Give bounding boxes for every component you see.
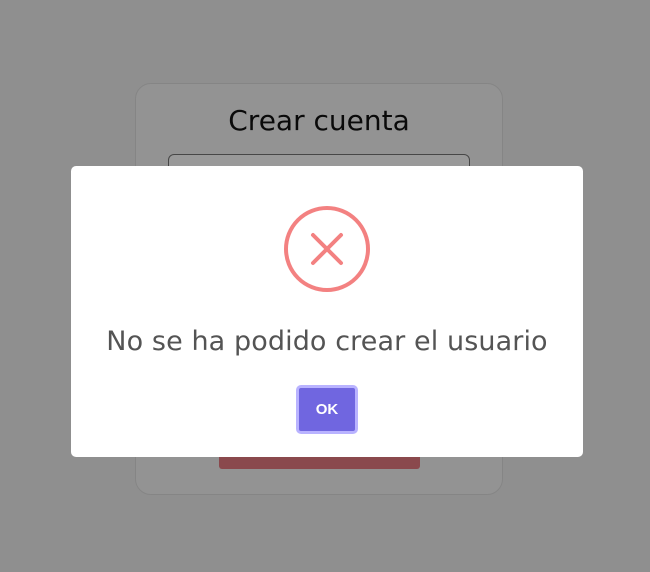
error-dialog: No se ha podido crear el usuario OK — [71, 166, 583, 457]
modal-backdrop[interactable]: No se ha podido crear el usuario OK — [0, 0, 650, 572]
ok-button[interactable]: OK — [296, 385, 358, 434]
dialog-message: No se ha podido crear el usuario — [106, 326, 548, 357]
x-mark-icon — [311, 233, 343, 265]
error-x-icon — [284, 206, 370, 292]
